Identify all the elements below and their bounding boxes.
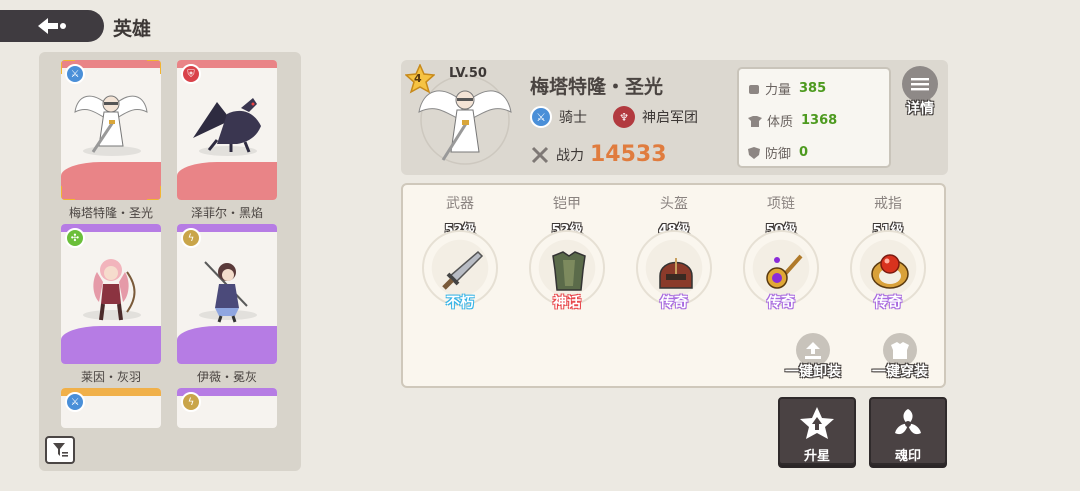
unequip-all-label: 一键卸装 xyxy=(785,364,841,380)
slot-name: 项链 xyxy=(767,196,795,212)
hero-name: 梅塔特隆・圣光 xyxy=(530,76,664,98)
crossed-swords-icon xyxy=(531,146,549,163)
hero-portrait xyxy=(74,95,148,153)
rarity-band xyxy=(61,326,161,364)
filter-icon xyxy=(53,443,68,457)
bolt-class-icon: ϟ xyxy=(181,228,201,248)
stat-row: 力量 385 xyxy=(747,79,826,98)
equipment-panel: 武器 52级 不朽 铠甲 52级 神话 头盔 48级 xyxy=(401,183,946,388)
hero-name: 泽菲尔・黑焰 xyxy=(190,206,263,220)
body-icon xyxy=(748,115,762,127)
back-button[interactable] xyxy=(0,10,104,42)
equip-slot-helmet[interactable]: 头盔 48级 传奇 xyxy=(629,193,719,312)
stat-value: 385 xyxy=(799,81,827,96)
hero-portrait xyxy=(204,261,248,323)
hero-name: 伊薇・冕灰 xyxy=(196,370,257,384)
sword-icon xyxy=(442,250,484,290)
faction-tag: ♆ 神启军团 xyxy=(613,106,698,128)
armor-icon xyxy=(552,251,586,291)
stat-value: 1368 xyxy=(801,113,838,128)
hero-card[interactable]: ⚔ xyxy=(61,388,161,428)
rarity-band xyxy=(61,162,161,200)
detail-label: 详情 xyxy=(906,101,934,117)
star-up-icon xyxy=(800,407,834,439)
stat-label: 体质 xyxy=(767,115,794,130)
dragon-portrait xyxy=(193,98,261,153)
sword-class-icon: ⚔ xyxy=(65,392,85,412)
rarity-label: 神话 xyxy=(553,295,581,311)
equip-all-label: 一键穿装 xyxy=(872,364,928,380)
star-count: 4 xyxy=(414,72,422,85)
class-name: 骑士 xyxy=(559,110,587,126)
hero-portrait xyxy=(93,259,136,321)
hero-list-panel: ⚔ 梅塔特隆・圣光 ⛨ 泽菲尔・黑焰 ✣ 莱因・灰羽 ϟ 伊薇・冕灰 ⚔ ϟ xyxy=(39,52,301,471)
slot-name: 铠甲 xyxy=(553,196,581,212)
helmet-icon xyxy=(659,258,693,289)
selection-corner xyxy=(61,60,75,74)
stat-label: 防御 xyxy=(765,147,792,162)
soul-mark-icon xyxy=(895,409,921,435)
equip-slot-armor[interactable]: 铠甲 52级 神话 xyxy=(522,193,612,312)
stat-row: 防御 0 xyxy=(747,143,808,162)
shield-icon xyxy=(748,146,760,159)
ring-icon xyxy=(871,254,909,289)
stats-box: 力量 385 体质 1368 防御 0 xyxy=(737,67,891,168)
stat-value: 0 xyxy=(799,145,809,160)
equip-slot-weapon[interactable]: 武器 52级 不朽 xyxy=(415,193,505,312)
star-up-label: 升星 xyxy=(803,449,830,464)
star-up-button[interactable]: 升星 xyxy=(778,397,856,465)
rarity-label: 传奇 xyxy=(767,295,795,311)
shield-class-icon: ⛨ xyxy=(181,64,201,84)
rarity-band xyxy=(177,162,277,200)
page-title: 英雄 xyxy=(113,18,152,40)
equip-all-button[interactable]: 一键穿装 xyxy=(864,333,936,381)
hero-info-bar: 4 LV.50 梅塔特隆・圣光 ⚔ 骑士 ♆ 神启军团 战力 14533 力量 … xyxy=(401,60,948,175)
hero-card[interactable]: ✣ xyxy=(61,224,161,364)
soul-mark-button[interactable]: 魂印 xyxy=(869,397,947,465)
soul-mark-label: 魂印 xyxy=(894,449,921,464)
selection-corner xyxy=(147,60,161,74)
filter-button[interactable] xyxy=(45,436,75,464)
necklace-icon xyxy=(766,254,803,289)
slot-name: 戒指 xyxy=(874,196,902,212)
stat-row: 体质 1368 xyxy=(747,111,837,130)
bolt-class-icon: ϟ xyxy=(181,392,201,412)
unequip-all-button[interactable]: 一键卸装 xyxy=(777,333,849,381)
hero-name: 莱因・灰羽 xyxy=(80,370,141,384)
hero-card[interactable]: ϟ xyxy=(177,224,277,364)
rarity-label: 传奇 xyxy=(660,295,688,311)
faction-name: 神启军团 xyxy=(642,110,698,126)
hero-name: 梅塔特隆・圣光 xyxy=(68,206,153,220)
sword-class-icon: ⚔ xyxy=(530,106,552,128)
slot-name: 头盔 xyxy=(660,196,688,212)
hero-card[interactable]: ϟ xyxy=(177,388,277,428)
power-label: 战力 xyxy=(556,147,584,164)
rarity-band xyxy=(177,326,277,364)
slot-name: 武器 xyxy=(446,196,474,212)
stat-label: 力量 xyxy=(765,83,792,98)
target-class-icon: ✣ xyxy=(65,228,85,248)
power-row: 战力 14533 xyxy=(530,142,667,167)
back-arrow-icon xyxy=(38,18,66,34)
equip-slot-ring[interactable]: 戒指 51级 传奇 xyxy=(843,193,933,312)
hero-card[interactable]: ⛨ xyxy=(177,60,277,200)
rarity-label: 不朽 xyxy=(446,295,474,311)
power-value: 14533 xyxy=(590,142,667,167)
class-tag: ⚔ 骑士 xyxy=(530,106,587,128)
faction-emblem-icon: ♆ xyxy=(613,106,635,128)
fist-icon xyxy=(749,84,759,94)
equip-slot-necklace[interactable]: 项链 50级 传奇 xyxy=(736,193,826,312)
hero-level: LV.50 xyxy=(449,66,487,81)
selection-corner xyxy=(61,186,75,200)
list-icon xyxy=(902,66,938,102)
hero-card[interactable]: ⚔ xyxy=(61,60,161,200)
selection-corner xyxy=(147,186,161,200)
detail-button[interactable]: 详情 xyxy=(899,66,941,120)
rarity-label: 传奇 xyxy=(874,295,902,311)
